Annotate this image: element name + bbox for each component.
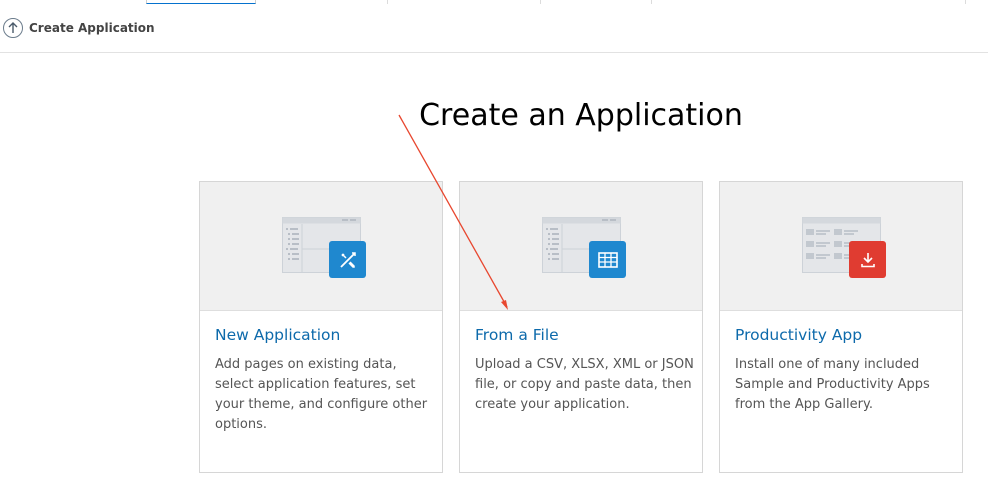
download-icon (860, 252, 875, 267)
arrow-up-circle-icon (8, 22, 18, 33)
card-title[interactable]: Productivity App (735, 326, 862, 344)
card-new-application[interactable]: New Application Add pages on existing da… (199, 181, 443, 473)
from-file-badge (589, 241, 626, 278)
card-illustration (200, 182, 442, 311)
page-title: Create an Application (419, 98, 743, 133)
back-up-button[interactable] (3, 18, 23, 38)
table-grid-icon (597, 251, 618, 268)
card-description: Upload a CSV, XLSX, XML or JSON file, or… (475, 357, 694, 412)
card-illustration (460, 182, 702, 311)
new-app-badge (329, 241, 366, 278)
card-productivity-app[interactable]: Productivity App Install one of many inc… (719, 181, 963, 473)
header-bar: Create Application (0, 4, 988, 53)
card-from-a-file[interactable]: From a File Upload a CSV, XLSX, XML or J… (459, 181, 703, 473)
header-title[interactable]: Create Application (29, 21, 155, 35)
card-title[interactable]: From a File (475, 326, 559, 344)
card-illustration (720, 182, 962, 311)
card-title[interactable]: New Application (215, 326, 340, 344)
design-tools-icon (339, 251, 356, 268)
productivity-badge (849, 241, 886, 278)
card-description: Add pages on existing data, select appli… (215, 357, 428, 432)
card-description: Install one of many included Sample and … (735, 357, 930, 412)
